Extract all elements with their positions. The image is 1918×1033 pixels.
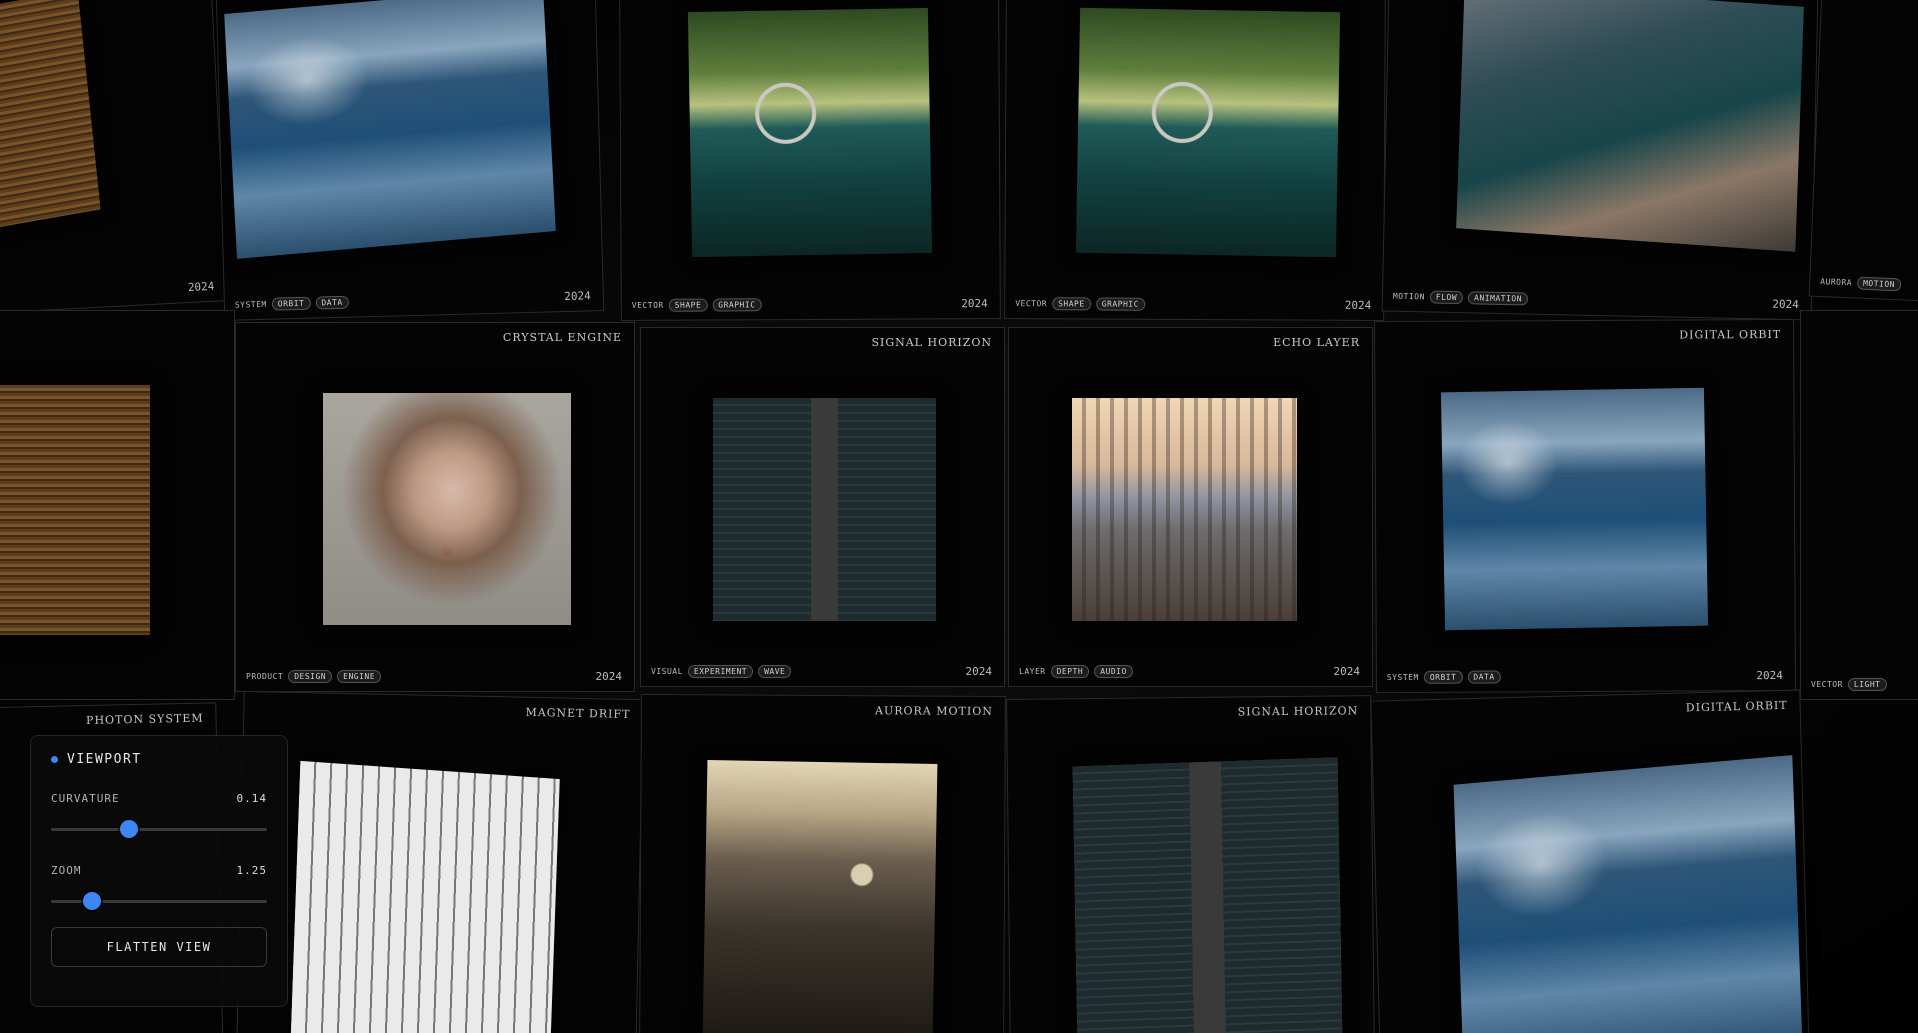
card-category: VECTOR <box>1811 680 1843 689</box>
card-tag[interactable]: DEPTH <box>1050 665 1090 678</box>
card-category: MOTION <box>1392 291 1425 302</box>
card-tag[interactable]: ORBIT <box>271 296 311 311</box>
curvature-row: CURVATURE 0.14 <box>51 792 267 805</box>
card-meta: LAYER DEPTH AUDIO <box>1019 665 1133 678</box>
card-photo[interactable] <box>1456 0 1804 252</box>
card-tag[interactable]: GRAPHIC <box>1095 297 1145 311</box>
card-photo[interactable] <box>1453 755 1803 1033</box>
card-year: 2024 <box>961 297 988 311</box>
card-meta: VECTOR LIGHT <box>1811 678 1887 691</box>
card-year: 2024 <box>1756 668 1783 683</box>
card-tag[interactable]: SHAPE <box>1052 297 1091 311</box>
card-tag[interactable]: LIGHT <box>1847 678 1887 691</box>
card-meta: MOTION FLOW ANIMATION <box>1392 290 1529 306</box>
card-meta: PRODUCT DESIGN ENGINE <box>246 670 382 683</box>
card-category: VECTOR <box>631 300 664 310</box>
card-tag[interactable]: DATA <box>315 295 349 310</box>
card-title: ECHO LAYER <box>1273 336 1360 349</box>
curvature-label: CURVATURE <box>51 792 120 805</box>
card-title: DIGITAL ORBIT <box>1679 327 1782 342</box>
card-photo[interactable] <box>1072 398 1297 621</box>
curvature-slider[interactable] <box>51 819 267 839</box>
card-photo[interactable] <box>1075 7 1341 258</box>
card-tag[interactable]: DESIGN <box>288 670 333 683</box>
card-meta: SYSTEM ORBIT DATA <box>234 295 349 312</box>
card-tag[interactable]: FLOW <box>1429 290 1464 305</box>
zoom-row: ZOOM 1.25 <box>51 864 267 877</box>
card-tag[interactable]: ANIMATION <box>1467 291 1529 306</box>
card-title: CRYSTAL ENGINE <box>502 331 622 344</box>
panel-header: VIEWPORT <box>51 752 267 767</box>
card-photo[interactable] <box>323 393 571 625</box>
card-tag[interactable]: ENGINE <box>337 670 382 683</box>
card-category: VECTOR <box>1015 299 1048 309</box>
card-title: DIGITAL ORBIT <box>1685 698 1788 715</box>
card-photo[interactable] <box>1440 387 1709 631</box>
card-title: SIGNAL HORIZON <box>1237 704 1359 719</box>
card-year: 2024 <box>187 279 215 295</box>
card-category: LAYER <box>1019 667 1046 676</box>
card-year: 2024 <box>1333 665 1361 678</box>
card-meta: AURORA MOTION <box>1820 275 1902 292</box>
card-category: SYSTEM <box>1386 672 1419 683</box>
zoom-label: ZOOM <box>51 864 82 877</box>
gallery-card[interactable]: AURORA MOTION <box>1808 0 1918 304</box>
zoom-slider-thumb[interactable] <box>83 892 102 910</box>
card-year: 2024 <box>564 289 591 304</box>
zoom-value: 1.25 <box>236 864 267 877</box>
card-photo[interactable] <box>0 385 150 635</box>
card-tag[interactable]: MOTION <box>1856 276 1902 292</box>
card-photo[interactable] <box>290 760 560 1033</box>
flatten-view-button[interactable]: FLATTEN VIEW <box>51 927 267 967</box>
card-title: AURORA MOTION <box>874 704 993 718</box>
curvature-slider-track[interactable] <box>51 828 267 831</box>
card-title: PHOTON SYSTEM <box>85 711 204 728</box>
card-year: 2024 <box>1772 297 1800 312</box>
card-category: AURORA <box>1820 276 1853 288</box>
status-dot-icon <box>51 756 58 763</box>
card-title: SIGNAL HORIZON <box>871 336 992 349</box>
card-meta: SYSTEM ORBIT DATA <box>1387 670 1501 684</box>
card-tag[interactable]: GRAPHIC <box>712 298 762 312</box>
viewport-panel: VIEWPORT CURVATURE 0.14 ZOOM 1.25 FLATTE… <box>30 735 288 1007</box>
zoom-slider[interactable] <box>51 891 267 911</box>
card-tag[interactable]: EXPERIMENT <box>687 665 754 678</box>
card-meta: VISUAL EXPERIMENT WAVE <box>651 665 792 678</box>
panel-title: VIEWPORT <box>67 752 142 767</box>
card-category: SYSTEM <box>234 299 267 310</box>
card-category: VISUAL <box>651 667 683 676</box>
card-meta: VECTOR SHAPE GRAPHIC <box>632 298 762 312</box>
card-photo[interactable] <box>1072 757 1343 1033</box>
gallery-card[interactable]: VECTOR LIGHT <box>1800 310 1918 700</box>
curvature-value: 0.14 <box>236 792 267 805</box>
card-year: 2024 <box>965 665 993 678</box>
card-category: PRODUCT <box>246 672 284 681</box>
card-photo[interactable] <box>224 0 556 259</box>
card-tag[interactable]: SHAPE <box>668 298 708 312</box>
card-photo[interactable] <box>713 398 936 621</box>
card-tag[interactable]: ORBIT <box>1423 670 1463 684</box>
card-tag[interactable]: DATA <box>1467 670 1501 684</box>
curvature-slider-thumb[interactable] <box>119 820 138 838</box>
card-meta: VECTOR SHAPE GRAPHIC <box>1015 297 1145 311</box>
card-title: MAGNET DRIFT <box>525 705 631 721</box>
card-year: 2024 <box>1344 298 1372 312</box>
card-tag[interactable]: AUDIO <box>1094 665 1133 678</box>
card-tag[interactable]: WAVE <box>758 665 792 678</box>
card-photo[interactable] <box>702 760 938 1033</box>
card-year: 2024 <box>595 670 623 683</box>
card-photo[interactable] <box>687 7 933 258</box>
